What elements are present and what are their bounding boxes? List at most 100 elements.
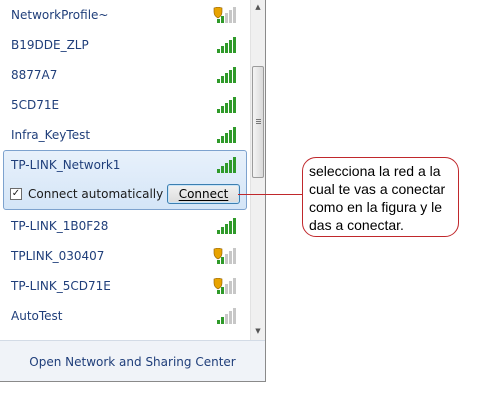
signal-bar (233, 7, 236, 23)
network-name: TP-LINK_5CD71E (11, 279, 111, 293)
signal-bar (233, 37, 236, 53)
connect-button[interactable]: Connect (167, 184, 240, 204)
network-name: AutoTest (11, 309, 63, 323)
scroll-down-arrow-icon[interactable]: ▼ (253, 326, 263, 336)
network-item[interactable]: 5CD71E (0, 90, 250, 120)
connect-automatically-row: ✓ Connect automatically (10, 184, 163, 204)
signal-bar (217, 320, 220, 324)
scrollbar-thumb[interactable] (252, 66, 264, 178)
signal-bar (217, 19, 220, 23)
annotation-callout: selecciona la red a la cual te vas a con… (302, 157, 459, 237)
signal-bar (233, 97, 236, 113)
signal-bar (221, 227, 224, 234)
signal-bar (233, 308, 236, 324)
signal-bar (225, 13, 228, 23)
network-name: NetworkProfile~ (11, 8, 109, 22)
signal-bar (225, 73, 228, 83)
network-item[interactable]: Infra_KeyTest (0, 120, 250, 150)
signal-strength-icon (217, 97, 236, 113)
security-shield-icon (213, 278, 223, 290)
network-list: NetworkProfile~ B19DDE_ZLP 8877A7 5CD71E… (0, 0, 250, 340)
network-item[interactable]: 8877A7 (0, 60, 250, 90)
signal-bar (229, 10, 232, 23)
connect-automatically-label: Connect automatically (28, 187, 164, 201)
scroll-up-arrow-icon[interactable]: ▲ (253, 2, 263, 12)
signal-bar (229, 40, 232, 53)
signal-bar (217, 169, 220, 173)
network-item[interactable]: TPLINK_030407 (0, 241, 250, 271)
callout-connector-line (238, 194, 302, 195)
signal-strength-icon (217, 308, 236, 324)
network-name: 8877A7 (11, 68, 58, 82)
signal-bar (217, 260, 220, 264)
connect-automatically-checkbox[interactable]: ✓ (10, 188, 22, 200)
signal-bar (217, 290, 220, 294)
network-name: B19DDE_ZLP (11, 38, 89, 52)
network-list-scrollbar[interactable]: ▲ ▼ (250, 0, 265, 340)
signal-bar (233, 67, 236, 83)
signal-bar (217, 79, 220, 83)
signal-bar (233, 157, 236, 173)
signal-bar (233, 278, 236, 294)
signal-strength-icon (217, 157, 236, 173)
signal-bar (229, 130, 232, 143)
network-name: TPLINK_030407 (11, 249, 105, 263)
security-shield-icon (213, 248, 223, 260)
signal-bar (217, 139, 220, 143)
network-item[interactable]: AutoTest (0, 301, 250, 331)
network-name: TP-LINK_Network1 (11, 158, 121, 172)
signal-bar (233, 248, 236, 264)
signal-bar (229, 311, 232, 324)
signal-bar (229, 251, 232, 264)
signal-bar (225, 224, 228, 234)
signal-bar (217, 49, 220, 53)
signal-bar (229, 281, 232, 294)
signal-bar (217, 230, 220, 234)
network-item[interactable]: NetworkProfile~ (0, 0, 250, 30)
network-item[interactable]: TP-LINK_1B0F28 (0, 211, 250, 241)
signal-bar (221, 166, 224, 173)
signal-bar (229, 221, 232, 234)
open-network-sharing-center-link[interactable]: Open Network and Sharing Center (0, 341, 265, 381)
shield-signal-icon (213, 278, 236, 294)
signal-bar (229, 100, 232, 113)
network-name: 5CD71E (11, 98, 60, 112)
signal-strength-icon (217, 218, 236, 234)
signal-bar (225, 133, 228, 143)
connect-button-label: Connect (178, 187, 229, 201)
signal-strength-icon (217, 67, 236, 83)
signal-bar (233, 127, 236, 143)
signal-bar (225, 43, 228, 53)
signal-bar (225, 284, 228, 294)
network-name: TP-LINK_1B0F28 (11, 219, 109, 233)
network-item[interactable]: TP-LINK_5CD71E (0, 271, 250, 301)
signal-strength-icon (217, 127, 236, 143)
shield-signal-icon (213, 248, 236, 264)
signal-bar (221, 317, 224, 324)
signal-bar (233, 218, 236, 234)
shield-signal-icon (213, 7, 236, 23)
signal-bar (229, 160, 232, 173)
signal-bar (221, 76, 224, 83)
grip-icon (256, 119, 261, 125)
signal-bar (221, 46, 224, 53)
security-shield-icon (213, 7, 223, 19)
flyout-footer: Open Network and Sharing Center (0, 340, 265, 381)
signal-bar (225, 254, 228, 264)
signal-bar (221, 16, 224, 23)
annotation-text: selecciona la red a la cual te vas a con… (309, 163, 446, 233)
signal-bar (229, 70, 232, 83)
network-item[interactable]: B19DDE_ZLP (0, 30, 250, 60)
wifi-flyout-panel: NetworkProfile~ B19DDE_ZLP 8877A7 5CD71E… (0, 0, 266, 382)
selected-network-item[interactable]: TP-LINK_Network1 ✓ Connect automatically… (3, 150, 247, 210)
signal-strength-icon (217, 37, 236, 53)
network-name: Infra_KeyTest (11, 128, 91, 142)
signal-bar (221, 106, 224, 113)
signal-bar (217, 109, 220, 113)
signal-bar (225, 103, 228, 113)
signal-bar (221, 287, 224, 294)
signal-bar (225, 163, 228, 173)
signal-bar (221, 136, 224, 143)
signal-bar (221, 257, 224, 264)
signal-bar (225, 314, 228, 324)
